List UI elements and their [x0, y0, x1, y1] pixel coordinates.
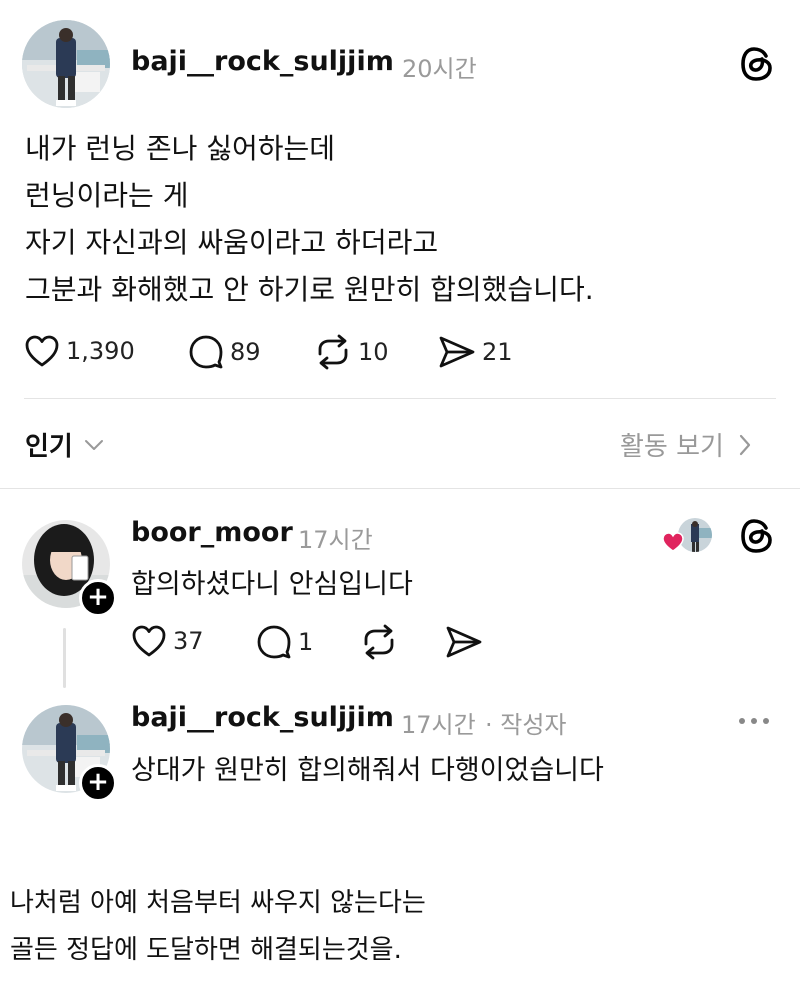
post-line: 자기 자신과의 싸움이라고 하더라고 — [25, 226, 439, 259]
view-activity-label: 활동 보기 — [620, 432, 724, 462]
like-button[interactable]: 1,390 — [24, 334, 135, 368]
heart-icon — [132, 625, 166, 657]
reply-username[interactable]: boor_moor — [131, 517, 293, 548]
section-divider — [0, 488, 800, 489]
like-count: 1,390 — [66, 337, 135, 365]
share-icon — [446, 626, 482, 658]
sort-label: 인기 — [25, 432, 73, 462]
post-username[interactable]: baji__rock_suljjim — [131, 46, 394, 77]
reply-username[interactable]: baji__rock_suljjim — [131, 702, 394, 733]
reply-timestamp: 17시간 — [298, 526, 373, 554]
reply-text: 합의하셨다니 안심입니다 — [131, 569, 413, 600]
post-timestamp: 20시간 — [402, 55, 477, 83]
divider — [24, 398, 776, 399]
view-activity-link[interactable]: 활동 보기 — [620, 426, 752, 463]
post-line: 그분과 화해했고 안 하기로 원만히 합의했습니다. — [25, 273, 594, 306]
reply-text: 상대가 원만히 합의해줘서 다행이었습니다 — [131, 755, 604, 786]
like-button[interactable]: 37 — [131, 624, 204, 658]
repost-icon — [364, 624, 394, 660]
share-icon — [439, 336, 475, 368]
post-line: 내가 런닝 존나 싫어하는데 — [25, 132, 336, 165]
thread-line — [63, 628, 66, 688]
post-line: 런닝이라는 게 — [25, 179, 189, 212]
repost-button[interactable] — [360, 624, 398, 660]
heart-icon — [662, 532, 684, 552]
caption-line: 나처럼 아예 처음부터 싸우지 않는다는 — [10, 888, 426, 918]
chevron-down-icon — [84, 439, 103, 450]
sort-dropdown[interactable]: 인기 — [25, 426, 105, 463]
repost-count: 10 — [358, 338, 389, 366]
repost-button[interactable]: 10 — [314, 334, 389, 370]
threads-logo-icon[interactable] — [740, 46, 774, 82]
comment-button[interactable]: 1 — [256, 624, 313, 660]
chevron-right-icon — [739, 434, 751, 455]
share-button[interactable] — [445, 624, 483, 660]
repost-icon — [318, 334, 348, 370]
comment-count: 89 — [230, 338, 261, 366]
heart-icon — [25, 335, 59, 367]
caption-line: 골든 정답에 도달하면 해결되는것을. — [10, 935, 402, 965]
reply-timestamp: 17시간 — [401, 711, 476, 739]
follow-plus-button[interactable]: + — [79, 579, 117, 617]
comment-icon — [257, 625, 291, 659]
threads-logo-icon[interactable] — [740, 518, 774, 554]
author-tag: · 작성자 — [485, 711, 567, 739]
avatar[interactable] — [22, 20, 110, 108]
share-count: 21 — [482, 338, 513, 366]
share-button[interactable]: 21 — [438, 334, 513, 370]
comment-icon — [189, 335, 223, 369]
more-icon[interactable] — [738, 712, 770, 724]
post-body: 내가 런닝 존나 싫어하는데 런닝이라는 게 자기 자신과의 싸움이라고 하더라… — [25, 125, 594, 313]
comment-button[interactable]: 89 — [188, 334, 261, 370]
follow-plus-button[interactable]: + — [79, 764, 117, 802]
caption: 나처럼 아예 처음부터 싸우지 않는다는 골든 정답에 도달하면 해결되는것을. — [10, 880, 426, 974]
like-count: 37 — [173, 627, 204, 655]
liked-by-author-badge — [662, 518, 714, 554]
comment-count: 1 — [298, 628, 314, 656]
